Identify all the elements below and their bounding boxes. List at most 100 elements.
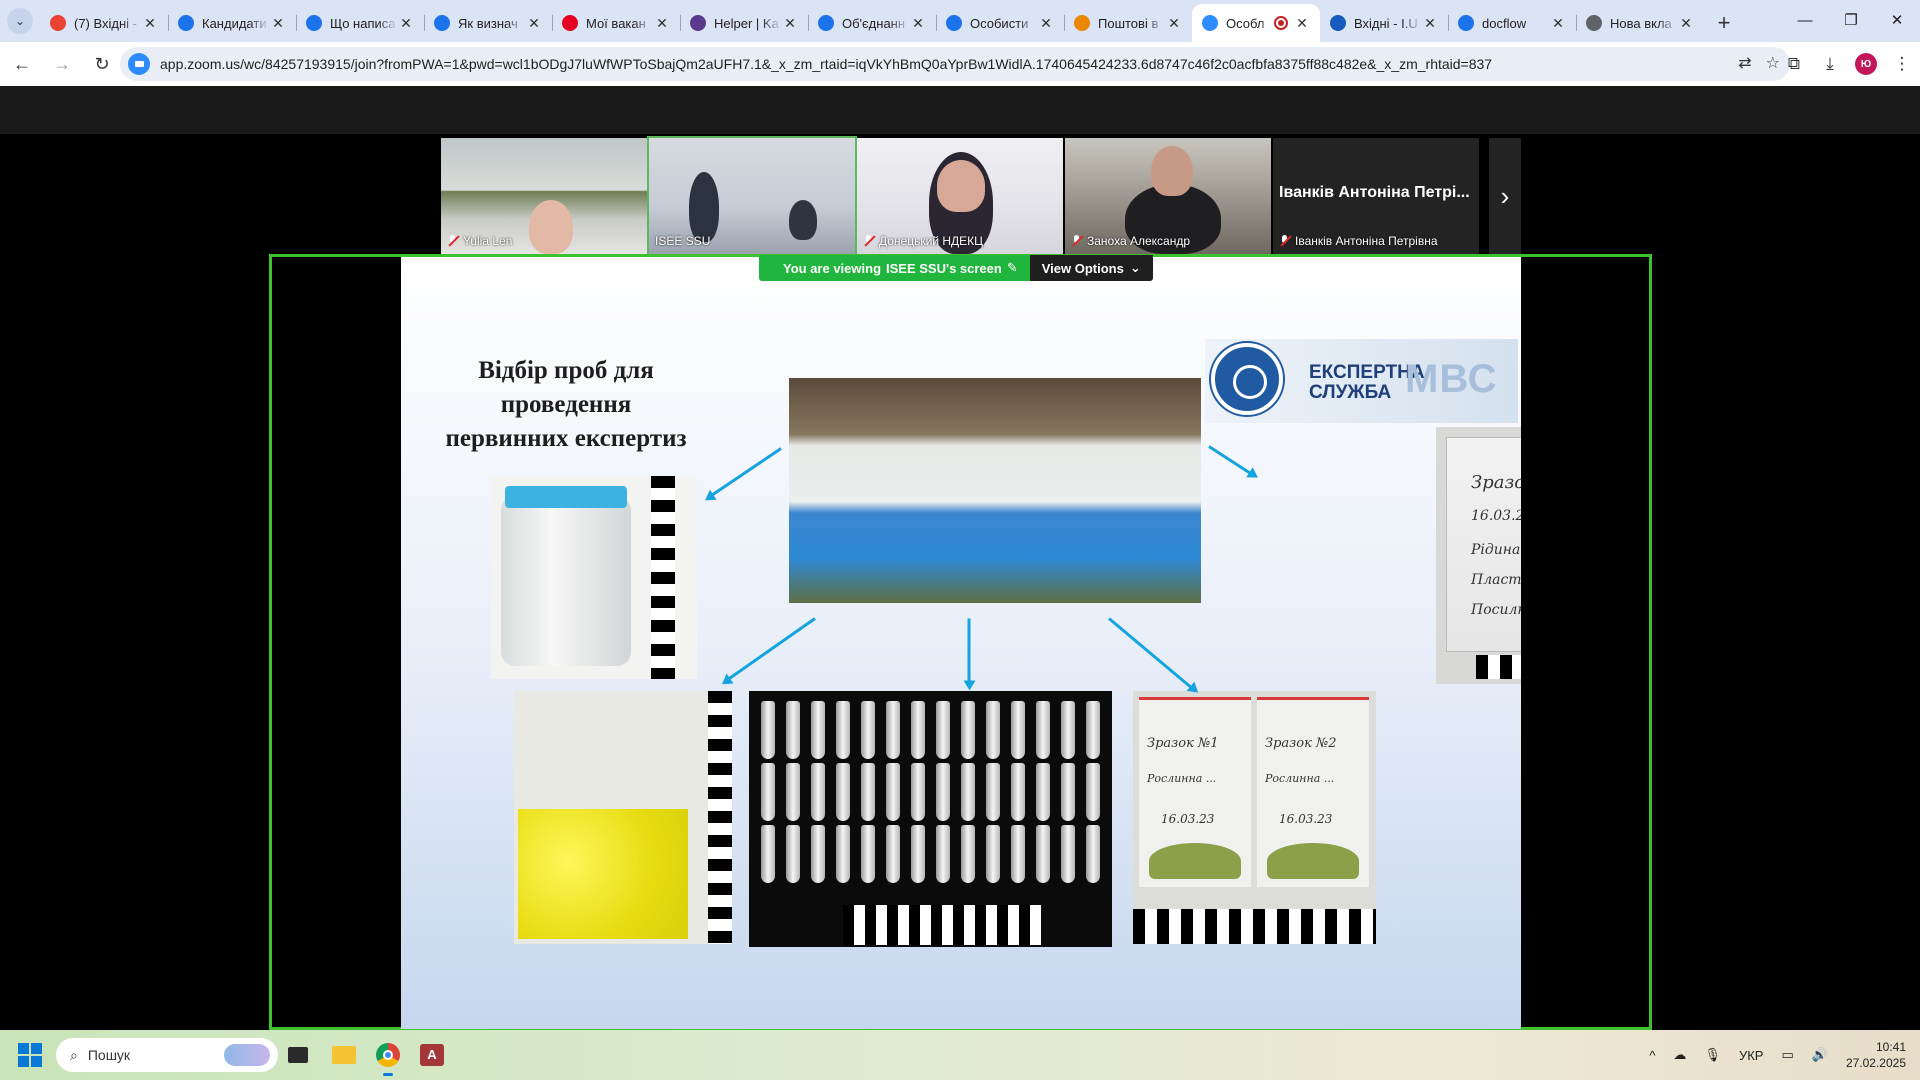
handwritten-note: Посилка 1	[1471, 602, 1521, 618]
scale-ruler	[1133, 909, 1376, 944]
volume-icon[interactable]: 🔊	[1803, 1047, 1837, 1063]
tab-title: (7) Вхідні -	[74, 15, 138, 31]
browser-tab[interactable]: Helper | Ka ✕	[680, 4, 808, 42]
browser-tab[interactable]: Нова вкла ✕	[1576, 4, 1704, 42]
task-view-icon[interactable]	[282, 1039, 314, 1071]
url-text[interactable]: app.zoom.us/wc/84257193915/join?fromPWA=…	[160, 56, 1492, 72]
windows-start-icon[interactable]	[18, 1043, 42, 1067]
handwritten-note: Рослинна ...	[1147, 772, 1217, 785]
tab-title: Як визнач	[458, 15, 518, 31]
tab-title: Мої вакан	[586, 15, 646, 31]
browser-tab[interactable]: docflow ✕	[1448, 4, 1576, 42]
participant-name: Донецький НДЕКЦ	[879, 234, 984, 248]
test-tube-image	[785, 701, 800, 759]
close-tab-icon[interactable]: ✕	[1550, 15, 1566, 32]
test-tube-image	[785, 825, 800, 883]
docflow-icon	[1458, 15, 1474, 31]
test-tube-image	[1010, 701, 1025, 759]
tab-title: Поштові в	[1098, 15, 1159, 31]
test-tube-image	[1010, 825, 1025, 883]
participant-tile[interactable]: Заноха Александр	[1065, 138, 1271, 254]
language-indicator[interactable]: УКР	[1730, 1048, 1773, 1063]
minimize-button[interactable]: —	[1782, 0, 1828, 40]
onedrive-icon[interactable]: ☁	[1664, 1047, 1695, 1063]
browser-tab[interactable]: Об'єднанн ✕	[808, 4, 936, 42]
browser-tab[interactable]: Поштові в ✕	[1064, 4, 1192, 42]
file-explorer-icon[interactable]	[328, 1039, 360, 1071]
close-tab-icon[interactable]: ✕	[1294, 15, 1310, 32]
handwritten-note: Зразок №2	[1265, 736, 1337, 751]
browser-tab[interactable]: Мої вакан ✕	[552, 4, 680, 42]
reload-button[interactable]: ↻	[84, 46, 120, 82]
test-tube-image	[1035, 825, 1050, 883]
viewing-prefix: You are viewing	[783, 260, 882, 276]
zoom-site-icon[interactable]	[128, 53, 150, 75]
participant-name: Yulia Len	[463, 234, 513, 248]
test-tube-image	[760, 701, 775, 759]
tube-row	[755, 763, 1105, 821]
browser-tab[interactable]: Вхідні - I.U ✕	[1320, 4, 1448, 42]
translate-icon[interactable]: ⇄	[1738, 53, 1751, 73]
test-tube-image	[985, 825, 1000, 883]
close-tab-icon[interactable]: ✕	[142, 15, 158, 32]
download-icon[interactable]: ⤓	[1812, 46, 1848, 82]
view-options-label: View Options	[1041, 260, 1124, 276]
test-tube-image	[860, 825, 875, 883]
browser-tab[interactable]: Як визнач ✕	[424, 4, 552, 42]
browser-tab[interactable]: Що написа ✕	[296, 4, 424, 42]
browser-toolbar: ← → ↻ app.zoom.us/wc/84257193915/join?fr…	[0, 42, 1920, 86]
close-tab-icon[interactable]: ✕	[526, 15, 542, 32]
browser-tab-active[interactable]: Особл ✕	[1192, 4, 1320, 42]
close-tab-icon[interactable]: ✕	[782, 15, 798, 32]
test-tube-image	[885, 701, 900, 759]
photo-sample-bag: Зразок №2 16.03.2023 Рідина Пластикова к…	[1436, 427, 1521, 684]
forward-button[interactable]: →	[44, 46, 80, 82]
shared-screen-frame: Відбір проб для проведення первинних екс…	[269, 254, 1652, 1030]
tab-search-button[interactable]: ⌄	[0, 0, 40, 42]
mic-muted-icon	[1071, 235, 1083, 247]
address-bar[interactable]: app.zoom.us/wc/84257193915/join?fromPWA=…	[120, 47, 1790, 81]
restore-button[interactable]: ❐	[1828, 0, 1874, 40]
screen-share-banner: You are viewing ISEE SSU's screen ✎ View…	[759, 255, 1153, 281]
new-tab-button[interactable]: +	[1704, 4, 1744, 42]
handwritten-note: Зразок №2	[1471, 472, 1521, 493]
tab-title: Кандидати	[202, 15, 267, 31]
photo-glass-jar	[491, 476, 697, 679]
tab-title: docflow	[1482, 15, 1527, 31]
browser-tab[interactable]: Особисти ✕	[936, 4, 1064, 42]
profile-avatar[interactable]: Ю	[1855, 53, 1877, 75]
access-icon[interactable]: A	[416, 1039, 448, 1071]
test-tube-image	[885, 825, 900, 883]
view-options-button[interactable]: View Options ⌄	[1029, 255, 1153, 281]
word-icon	[1330, 15, 1346, 31]
close-tab-icon[interactable]: ✕	[910, 15, 926, 32]
next-participants-button[interactable]: ›	[1489, 138, 1521, 254]
participant-tile-video-off[interactable]: Іванків Антоніна Петрі... Іванків Антоні…	[1273, 138, 1479, 254]
close-tab-icon[interactable]: ✕	[1422, 15, 1438, 32]
browser-tab[interactable]: (7) Вхідні - ✕	[40, 4, 168, 42]
participant-tile[interactable]: Донецький НДЕКЦ	[857, 138, 1063, 254]
chrome-icon	[1586, 15, 1602, 31]
tray-overflow-chevron[interactable]: ^	[1640, 1048, 1664, 1063]
zoom-icon	[1202, 15, 1218, 31]
close-tab-icon[interactable]: ✕	[270, 15, 286, 32]
microphone-icon[interactable]: 🎙	[1695, 1047, 1730, 1063]
clock[interactable]: 10:41 27.02.2025	[1837, 1039, 1920, 1071]
close-tab-icon[interactable]: ✕	[1166, 15, 1182, 32]
network-icon[interactable]: ▭	[1772, 1047, 1802, 1063]
close-tab-icon[interactable]: ✕	[398, 15, 414, 32]
close-tab-icon[interactable]: ✕	[1678, 15, 1694, 32]
extensions-icon[interactable]: ⧉	[1776, 46, 1812, 82]
menu-kebab-icon[interactable]: ⋮	[1884, 46, 1920, 82]
back-button[interactable]: ←	[4, 46, 40, 82]
participant-name: Заноха Александр	[1087, 234, 1191, 248]
participant-tile[interactable]: Yulia Len	[441, 138, 647, 254]
close-tab-icon[interactable]: ✕	[654, 15, 670, 32]
close-window-button[interactable]: ✕	[1874, 0, 1920, 40]
chrome-icon[interactable]	[372, 1039, 404, 1076]
participant-tile-active[interactable]: ISEE SSU	[647, 136, 857, 256]
browser-tab[interactable]: Кандидати ✕	[168, 4, 296, 42]
close-tab-icon[interactable]: ✕	[1038, 15, 1054, 32]
test-tube-image	[935, 825, 950, 883]
taskbar-search[interactable]: ⌕ Пошук	[56, 1038, 278, 1072]
